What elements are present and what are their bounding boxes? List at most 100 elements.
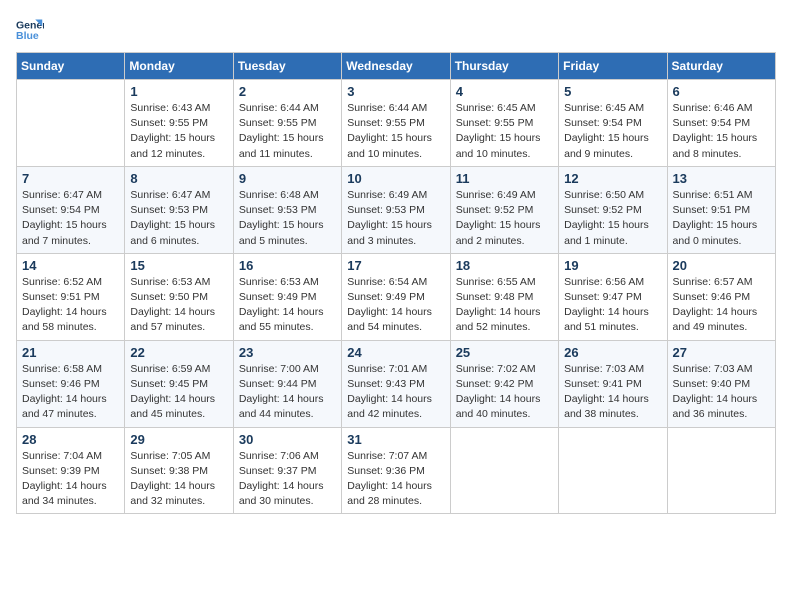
weekday-header-row: SundayMondayTuesdayWednesdayThursdayFrid…: [17, 53, 776, 80]
weekday-header: Friday: [559, 53, 667, 80]
calendar-week-row: 14 Sunrise: 6:52 AM Sunset: 9:51 PM Dayli…: [17, 253, 776, 340]
svg-text:Blue: Blue: [16, 30, 39, 42]
day-info: Sunrise: 7:03 AM Sunset: 9:40 PM Dayligh…: [673, 362, 770, 423]
day-number: 15: [130, 258, 227, 273]
calendar-cell: 11 Sunrise: 6:49 AM Sunset: 9:52 PM Dayli…: [450, 166, 558, 253]
calendar-cell: 2 Sunrise: 6:44 AM Sunset: 9:55 PM Daylig…: [233, 80, 341, 167]
day-info: Sunrise: 7:00 AM Sunset: 9:44 PM Dayligh…: [239, 362, 336, 423]
day-number: 4: [456, 84, 553, 99]
calendar-cell: 26Sunrise: 7:03 AM Sunset: 9:41 PM Dayli…: [559, 340, 667, 427]
day-number: 16: [239, 258, 336, 273]
day-info: Sunrise: 6:53 AM Sunset: 9:50 PM Dayligh…: [130, 275, 227, 336]
day-number: 2: [239, 84, 336, 99]
calendar-cell: 12 Sunrise: 6:50 AM Sunset: 9:52 PM Dayli…: [559, 166, 667, 253]
day-number: 1: [130, 84, 227, 99]
calendar-cell: 20 Sunrise: 6:57 AM Sunset: 9:46 PM Dayli…: [667, 253, 775, 340]
calendar-cell: 16 Sunrise: 6:53 AM Sunset: 9:49 PM Dayli…: [233, 253, 341, 340]
calendar-cell: 17 Sunrise: 6:54 AM Sunset: 9:49 PM Dayli…: [342, 253, 450, 340]
calendar-cell: 5 Sunrise: 6:45 AM Sunset: 9:54 PM Daylig…: [559, 80, 667, 167]
day-info: Sunrise: 6:46 AM Sunset: 9:54 PM Dayligh…: [673, 101, 770, 162]
day-number: 3: [347, 84, 444, 99]
calendar-cell: [667, 427, 775, 514]
calendar-week-row: 21 Sunrise: 6:58 AM Sunset: 9:46 PM Dayli…: [17, 340, 776, 427]
calendar-cell: 1Sunrise: 6:43 AM Sunset: 9:55 PM Daylig…: [125, 80, 233, 167]
day-number: 20: [673, 258, 770, 273]
day-info: Sunrise: 6:51 AM Sunset: 9:51 PM Dayligh…: [673, 188, 770, 249]
calendar-header: SundayMondayTuesdayWednesdayThursdayFrid…: [17, 53, 776, 80]
calendar-cell: 14 Sunrise: 6:52 AM Sunset: 9:51 PM Dayli…: [17, 253, 125, 340]
calendar-cell: 6 Sunrise: 6:46 AM Sunset: 9:54 PM Daylig…: [667, 80, 775, 167]
calendar-cell: 4Sunrise: 6:45 AM Sunset: 9:55 PM Daylig…: [450, 80, 558, 167]
day-number: 26: [564, 345, 661, 360]
calendar-week-row: 7 Sunrise: 6:47 AM Sunset: 9:54 PM Daylig…: [17, 166, 776, 253]
calendar-cell: [17, 80, 125, 167]
calendar-cell: 31Sunrise: 7:07 AM Sunset: 9:36 PM Dayli…: [342, 427, 450, 514]
day-number: 24: [347, 345, 444, 360]
day-number: 28: [22, 432, 119, 447]
day-number: 12: [564, 171, 661, 186]
day-number: 11: [456, 171, 553, 186]
calendar-cell: 25Sunrise: 7:02 AM Sunset: 9:42 PM Dayli…: [450, 340, 558, 427]
weekday-header: Tuesday: [233, 53, 341, 80]
logo: General Blue: [16, 16, 44, 44]
day-info: Sunrise: 6:44 AM Sunset: 9:55 PM Dayligh…: [239, 101, 336, 162]
day-info: Sunrise: 6:59 AM Sunset: 9:45 PM Dayligh…: [130, 362, 227, 423]
calendar-cell: 23 Sunrise: 7:00 AM Sunset: 9:44 PM Dayli…: [233, 340, 341, 427]
calendar-cell: [559, 427, 667, 514]
day-number: 7: [22, 171, 119, 186]
day-info: Sunrise: 6:45 AM Sunset: 9:54 PM Dayligh…: [564, 101, 661, 162]
day-info: Sunrise: 6:44 AM Sunset: 9:55 PM Dayligh…: [347, 101, 444, 162]
day-info: Sunrise: 6:50 AM Sunset: 9:52 PM Dayligh…: [564, 188, 661, 249]
calendar-cell: 19 Sunrise: 6:56 AM Sunset: 9:47 PM Dayli…: [559, 253, 667, 340]
calendar-table: SundayMondayTuesdayWednesdayThursdayFrid…: [16, 52, 776, 514]
day-info: Sunrise: 6:57 AM Sunset: 9:46 PM Dayligh…: [673, 275, 770, 336]
day-info: Sunrise: 6:47 AM Sunset: 9:53 PM Dayligh…: [130, 188, 227, 249]
day-number: 27: [673, 345, 770, 360]
calendar-body: 1Sunrise: 6:43 AM Sunset: 9:55 PM Daylig…: [17, 80, 776, 514]
day-info: Sunrise: 7:01 AM Sunset: 9:43 PM Dayligh…: [347, 362, 444, 423]
calendar-cell: 9Sunrise: 6:48 AM Sunset: 9:53 PM Daylig…: [233, 166, 341, 253]
day-info: Sunrise: 6:48 AM Sunset: 9:53 PM Dayligh…: [239, 188, 336, 249]
calendar-cell: 10Sunrise: 6:49 AM Sunset: 9:53 PM Dayli…: [342, 166, 450, 253]
calendar-cell: 13 Sunrise: 6:51 AM Sunset: 9:51 PM Dayli…: [667, 166, 775, 253]
day-number: 25: [456, 345, 553, 360]
calendar-cell: 22 Sunrise: 6:59 AM Sunset: 9:45 PM Dayli…: [125, 340, 233, 427]
day-number: 23: [239, 345, 336, 360]
calendar-cell: 7 Sunrise: 6:47 AM Sunset: 9:54 PM Daylig…: [17, 166, 125, 253]
day-number: 17: [347, 258, 444, 273]
day-number: 5: [564, 84, 661, 99]
day-info: Sunrise: 6:55 AM Sunset: 9:48 PM Dayligh…: [456, 275, 553, 336]
day-number: 14: [22, 258, 119, 273]
weekday-header: Wednesday: [342, 53, 450, 80]
day-info: Sunrise: 7:04 AM Sunset: 9:39 PM Dayligh…: [22, 449, 119, 510]
day-number: 19: [564, 258, 661, 273]
day-number: 13: [673, 171, 770, 186]
page-header: General Blue: [16, 16, 776, 44]
calendar-cell: 24 Sunrise: 7:01 AM Sunset: 9:43 PM Dayli…: [342, 340, 450, 427]
day-info: Sunrise: 6:53 AM Sunset: 9:49 PM Dayligh…: [239, 275, 336, 336]
calendar-week-row: 1Sunrise: 6:43 AM Sunset: 9:55 PM Daylig…: [17, 80, 776, 167]
day-info: Sunrise: 6:47 AM Sunset: 9:54 PM Dayligh…: [22, 188, 119, 249]
calendar-cell: 27 Sunrise: 7:03 AM Sunset: 9:40 PM Dayli…: [667, 340, 775, 427]
day-info: Sunrise: 6:58 AM Sunset: 9:46 PM Dayligh…: [22, 362, 119, 423]
day-number: 22: [130, 345, 227, 360]
calendar-week-row: 28 Sunrise: 7:04 AM Sunset: 9:39 PM Dayli…: [17, 427, 776, 514]
weekday-header: Monday: [125, 53, 233, 80]
day-number: 31: [347, 432, 444, 447]
calendar-cell: 30 Sunrise: 7:06 AM Sunset: 9:37 PM Dayli…: [233, 427, 341, 514]
day-info: Sunrise: 6:49 AM Sunset: 9:52 PM Dayligh…: [456, 188, 553, 249]
day-number: 6: [673, 84, 770, 99]
calendar-cell: 18 Sunrise: 6:55 AM Sunset: 9:48 PM Dayli…: [450, 253, 558, 340]
day-number: 29: [130, 432, 227, 447]
day-info: Sunrise: 6:54 AM Sunset: 9:49 PM Dayligh…: [347, 275, 444, 336]
calendar-cell: 29Sunrise: 7:05 AM Sunset: 9:38 PM Dayli…: [125, 427, 233, 514]
weekday-header: Sunday: [17, 53, 125, 80]
day-info: Sunrise: 6:49 AM Sunset: 9:53 PM Dayligh…: [347, 188, 444, 249]
weekday-header: Thursday: [450, 53, 558, 80]
day-number: 21: [22, 345, 119, 360]
day-number: 30: [239, 432, 336, 447]
day-info: Sunrise: 7:06 AM Sunset: 9:37 PM Dayligh…: [239, 449, 336, 510]
day-info: Sunrise: 6:56 AM Sunset: 9:47 PM Dayligh…: [564, 275, 661, 336]
day-number: 18: [456, 258, 553, 273]
day-info: Sunrise: 6:52 AM Sunset: 9:51 PM Dayligh…: [22, 275, 119, 336]
